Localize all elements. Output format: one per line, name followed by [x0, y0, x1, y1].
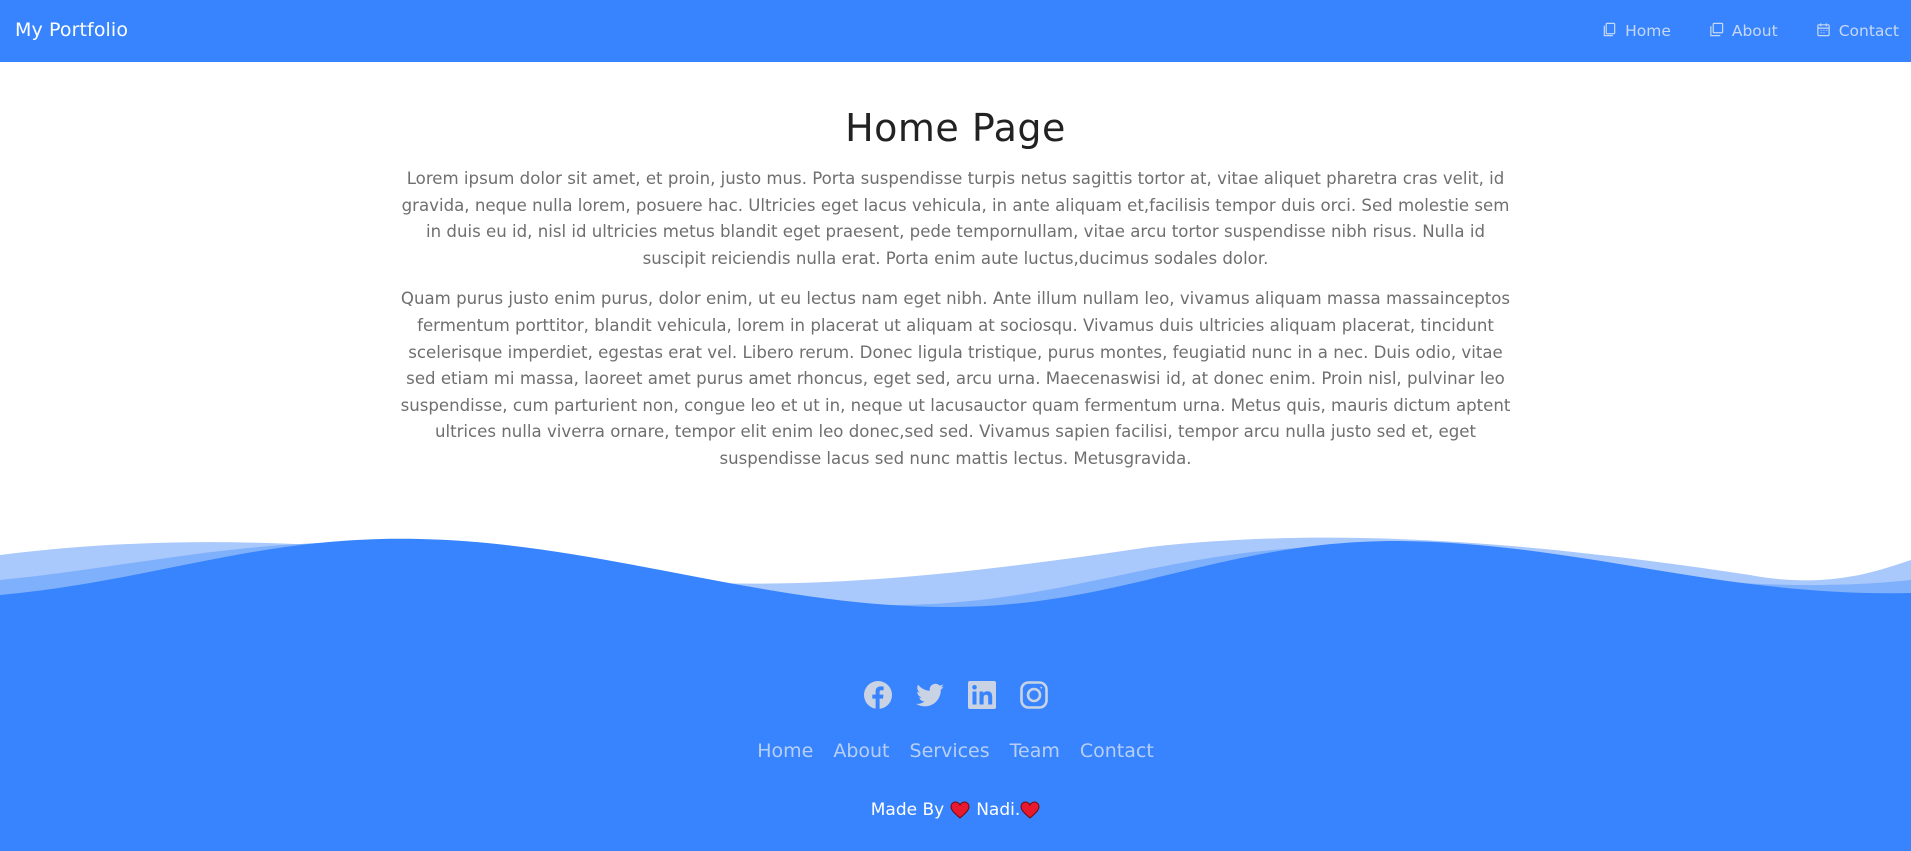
facebook-link[interactable]: [863, 680, 893, 710]
nav-link-label: Contact: [1838, 22, 1899, 40]
nav-link-contact[interactable]: Contact: [1816, 22, 1899, 41]
copy-icon: [1709, 22, 1724, 41]
twitter-icon: [915, 683, 944, 707]
credit-line: Made By Nadi.: [0, 800, 1911, 820]
nav-link-label: Home: [1625, 22, 1671, 40]
social-links: [0, 680, 1911, 710]
credit-prefix: Made By: [870, 800, 945, 820]
top-navbar: My Portfolio Home About Contact: [0, 0, 1911, 62]
footer-link-about[interactable]: About: [833, 740, 889, 762]
footer-menu: Home About Services Team Contact: [0, 740, 1911, 762]
footer: Home About Services Team Contact Made By…: [0, 612, 1911, 851]
nav-links: Home About Contact: [1602, 0, 1899, 62]
page-title: Home Page: [845, 106, 1066, 150]
intro-paragraph: Lorem ipsum dolor sit amet, et proin, ju…: [401, 169, 1510, 268]
nav-link-about[interactable]: About: [1709, 22, 1778, 41]
footer-wave: [0, 537, 1911, 615]
footer-link-contact[interactable]: Contact: [1080, 740, 1154, 762]
facebook-icon: [863, 681, 892, 709]
main-content: Home Page Lorem ipsum dolor sit amet, et…: [400, 100, 1511, 473]
nav-link-label: About: [1731, 22, 1778, 40]
brand-logo[interactable]: My Portfolio: [15, 0, 128, 62]
credit-name: Nadi.: [976, 800, 1021, 820]
document-icon: [1602, 22, 1617, 41]
footer-link-services[interactable]: Services: [910, 740, 990, 762]
linkedin-link[interactable]: [967, 680, 997, 710]
calendar-icon: [1816, 22, 1831, 41]
twitter-link[interactable]: [915, 680, 945, 710]
linkedin-icon: [967, 681, 996, 709]
footer-link-home[interactable]: Home: [757, 740, 813, 762]
instagram-icon: [1019, 681, 1048, 709]
body-paragraph: Quam purus justo enim purus, dolor enim,…: [400, 289, 1511, 468]
heart-icon: [950, 801, 970, 819]
nav-link-home[interactable]: Home: [1602, 22, 1671, 41]
instagram-link[interactable]: [1019, 680, 1049, 710]
footer-link-team[interactable]: Team: [1010, 740, 1060, 762]
heart-icon: [1020, 801, 1040, 819]
